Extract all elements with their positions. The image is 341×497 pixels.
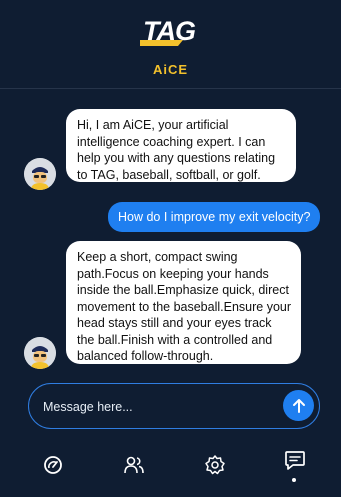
nav-item-settings[interactable]: [202, 452, 228, 478]
send-button[interactable]: [283, 390, 314, 421]
arrow-up-icon: [292, 398, 305, 413]
assistant-message-text: Keep a short, compact swing path.Focus o…: [77, 250, 292, 363]
assistant-message: Keep a short, compact swing path.Focus o…: [66, 241, 301, 364]
message-composer: [28, 383, 320, 429]
message-input[interactable]: [41, 396, 275, 418]
assistant-message-text: Hi, I am AiCE, your artificial intellige…: [77, 118, 276, 182]
assistant-avatar: [24, 158, 56, 190]
bottom-nav: [0, 440, 341, 497]
user-message: How do I improve my exit velocity?: [108, 202, 320, 232]
nav-item-chat[interactable]: [282, 448, 308, 474]
assistant-message: Hi, I am AiCE, your artificial intellige…: [66, 109, 296, 182]
app-header: TAG AiCE: [0, 0, 341, 89]
tag-logo: TAG: [132, 14, 202, 59]
tag-logo-text: TAG: [143, 16, 196, 46]
user-message-text: How do I improve my exit velocity?: [118, 210, 311, 224]
assistant-name: AiCE: [152, 62, 189, 77]
nav-item-team[interactable]: [121, 452, 147, 478]
assistant-avatar: [24, 337, 56, 369]
nav-item-dashboard[interactable]: [40, 452, 66, 478]
active-nav-indicator: [292, 478, 296, 482]
chat-thread[interactable]: Hi, I am AiCE, your artificial intellige…: [0, 89, 341, 379]
users-icon: [124, 456, 144, 474]
gear-icon: [205, 455, 225, 475]
speedometer-icon: [44, 456, 62, 474]
chat-bubble-icon: [285, 451, 305, 470]
